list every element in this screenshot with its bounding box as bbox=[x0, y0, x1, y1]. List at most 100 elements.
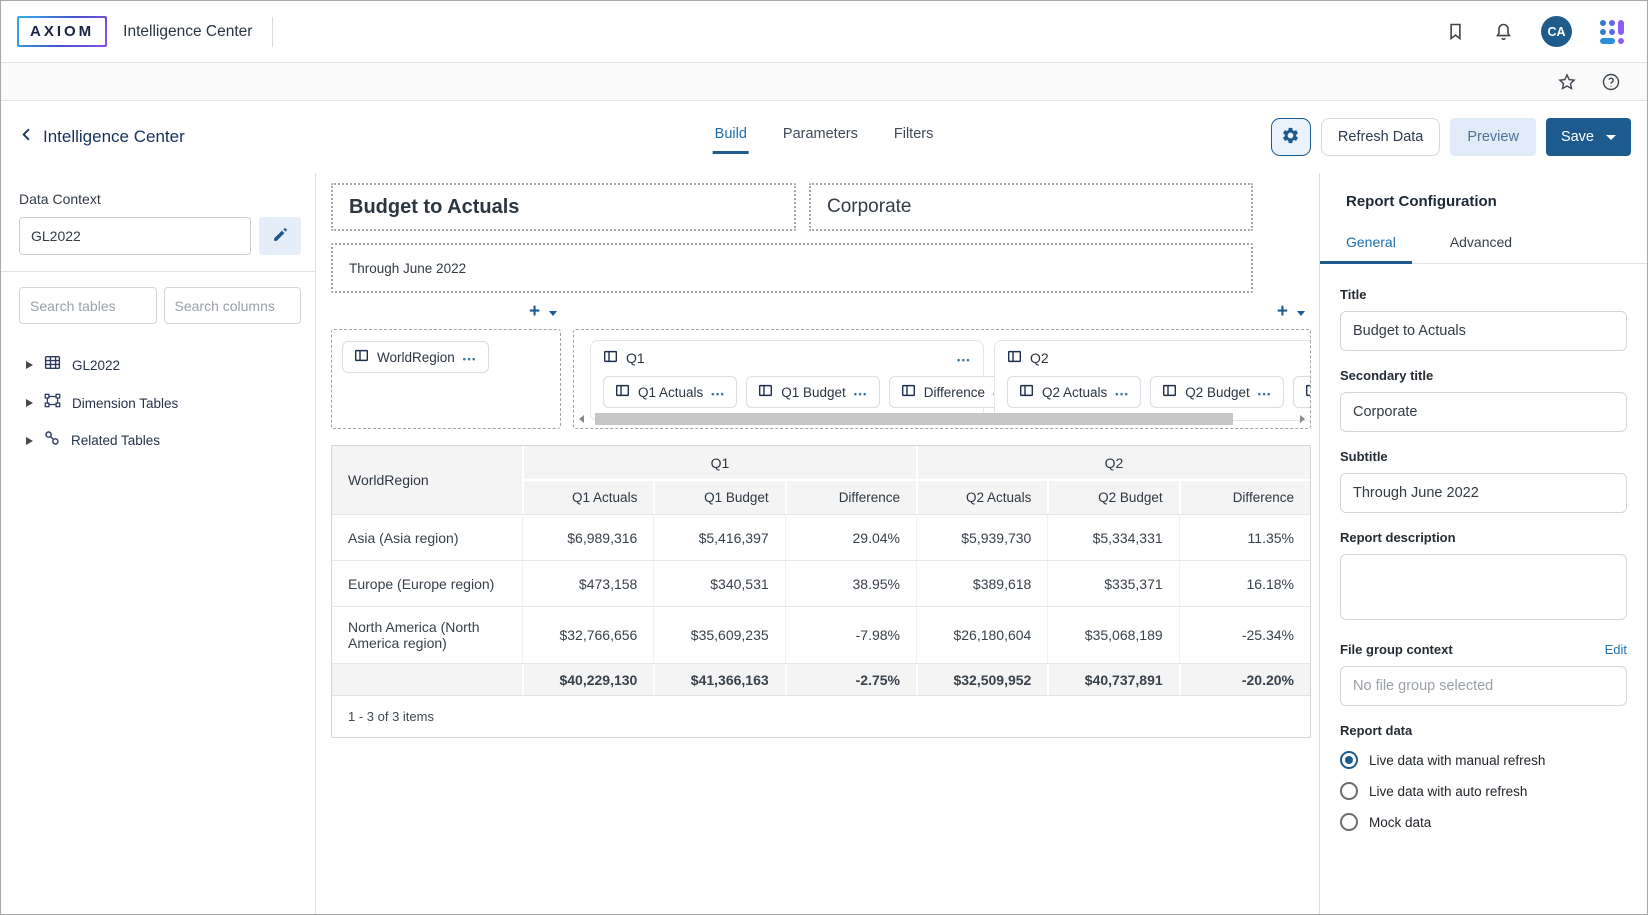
favorite-star-icon[interactable] bbox=[1557, 72, 1577, 92]
ellipsis-menu-icon[interactable] bbox=[1115, 385, 1129, 400]
scrollbar-thumb[interactable] bbox=[595, 413, 1233, 425]
column-group-label: Q2 bbox=[1030, 350, 1049, 366]
report-secondary-title-block[interactable]: Corporate bbox=[809, 183, 1253, 231]
table-row: Europe (Europe region) $473,158 $340,531… bbox=[332, 560, 1310, 606]
title-field[interactable] bbox=[1340, 311, 1627, 351]
radio-live-manual-refresh[interactable]: Live data with manual refresh bbox=[1340, 751, 1627, 769]
back-link[interactable]: Intelligence Center bbox=[19, 127, 185, 147]
help-icon[interactable] bbox=[1601, 72, 1621, 92]
radio-option-label: Live data with auto refresh bbox=[1369, 784, 1527, 799]
search-columns-input[interactable] bbox=[164, 287, 302, 324]
tab-filters[interactable]: Filters bbox=[892, 120, 935, 154]
edit-data-context-button[interactable] bbox=[259, 217, 301, 255]
radio-button-icon[interactable] bbox=[1340, 782, 1358, 800]
radio-mock-data[interactable]: Mock data bbox=[1340, 813, 1627, 831]
expand-caret-icon[interactable] bbox=[26, 399, 33, 407]
scroll-left-arrow-icon[interactable] bbox=[579, 415, 584, 423]
panel-title: Report Configuration bbox=[1320, 193, 1647, 210]
user-avatar[interactable]: CA bbox=[1541, 16, 1572, 47]
refresh-data-button[interactable]: Refresh Data bbox=[1321, 118, 1440, 156]
plus-icon bbox=[1277, 304, 1288, 322]
scrollbar-track[interactable] bbox=[589, 413, 1295, 425]
row-label: North America (North America region) bbox=[332, 607, 522, 663]
column-group-q1[interactable]: Q1 Q1 Actuals Q1 Budget bbox=[590, 340, 984, 421]
tree-item-related-tables[interactable]: Related Tables bbox=[19, 422, 301, 459]
column-group-label: Q1 bbox=[626, 350, 645, 366]
secondary-bar bbox=[1, 63, 1647, 101]
tree-item-label: GL2022 bbox=[72, 358, 120, 373]
tab-build[interactable]: Build bbox=[713, 120, 749, 154]
expand-caret-icon[interactable] bbox=[26, 361, 33, 369]
cell-value: $473,158 bbox=[522, 561, 653, 606]
bookmark-icon[interactable] bbox=[1445, 21, 1466, 42]
table-row: North America (North America region) $32… bbox=[332, 606, 1310, 663]
report-title-block[interactable]: Budget to Actuals bbox=[331, 183, 796, 231]
ellipsis-menu-icon[interactable] bbox=[1258, 385, 1272, 400]
radio-live-auto-refresh[interactable]: Live data with auto refresh bbox=[1340, 782, 1627, 800]
edit-file-group-link[interactable]: Edit bbox=[1605, 642, 1627, 657]
chevron-left-icon bbox=[19, 127, 34, 147]
field-chip-q1-budget[interactable]: Q1 Budget bbox=[746, 376, 880, 408]
totals-value: $40,737,891 bbox=[1049, 664, 1178, 695]
tree-item-label: Dimension Tables bbox=[72, 396, 178, 411]
tab-general[interactable]: General bbox=[1320, 226, 1412, 264]
scroll-right-arrow-icon[interactable] bbox=[1300, 415, 1305, 423]
tab-parameters[interactable]: Parameters bbox=[781, 120, 860, 154]
column-fields-dropzone[interactable]: Q1 Q1 Actuals Q1 Budget bbox=[573, 329, 1311, 429]
pencil-icon bbox=[272, 226, 289, 246]
horizontal-scrollbar[interactable] bbox=[579, 412, 1305, 425]
data-context-input[interactable] bbox=[19, 217, 251, 255]
search-tables-input[interactable] bbox=[19, 287, 157, 324]
radio-button-icon[interactable] bbox=[1340, 751, 1358, 769]
row-label: Europe (Europe region) bbox=[332, 561, 522, 606]
ellipsis-menu-icon[interactable] bbox=[957, 350, 971, 366]
column-group-q2[interactable]: Q2 Q2 Actuals Q2 Budget bbox=[994, 340, 1311, 421]
secondary-title-field[interactable] bbox=[1340, 392, 1627, 432]
column-icon bbox=[1162, 383, 1177, 401]
cell-value: -7.98% bbox=[785, 607, 916, 663]
field-chip-q2-difference[interactable]: Difference bbox=[1293, 376, 1311, 408]
apps-grid-icon[interactable] bbox=[1599, 19, 1625, 45]
field-chip-worldregion[interactable]: WorldRegion bbox=[342, 341, 489, 373]
report-description-field[interactable] bbox=[1340, 554, 1627, 620]
column-icon bbox=[354, 348, 369, 366]
add-column-field-button[interactable] bbox=[1277, 304, 1305, 322]
radio-button-icon[interactable] bbox=[1340, 813, 1358, 831]
file-group-field[interactable] bbox=[1340, 666, 1627, 706]
column-header: Q2 Actuals bbox=[918, 481, 1047, 514]
totals-value: $41,366,163 bbox=[655, 664, 784, 695]
settings-gear-button[interactable] bbox=[1271, 118, 1311, 156]
tree-item-dimension-tables[interactable]: Dimension Tables bbox=[19, 384, 301, 422]
report-subtitle-block[interactable]: Through June 2022 bbox=[331, 243, 1253, 293]
tab-advanced[interactable]: Advanced bbox=[1450, 226, 1512, 264]
row-fields-dropzone[interactable]: WorldRegion bbox=[331, 329, 561, 429]
column-group-header-q1: Q1 bbox=[524, 446, 916, 479]
table-pagination-status: 1 - 3 of 3 items bbox=[332, 695, 1310, 737]
add-row-field-button[interactable] bbox=[529, 304, 557, 322]
report-tabs: Build Parameters Filters bbox=[713, 101, 936, 173]
field-chip-label: Q2 Budget bbox=[1185, 385, 1250, 400]
row-label: Asia (Asia region) bbox=[332, 515, 522, 560]
field-chip-q2-actuals[interactable]: Q2 Actuals bbox=[1007, 376, 1141, 408]
tree-item-gl2022[interactable]: GL2022 bbox=[19, 346, 301, 384]
save-dropdown-caret-icon bbox=[1606, 135, 1616, 140]
preview-button[interactable]: Preview bbox=[1450, 118, 1536, 156]
table-grid-icon bbox=[44, 354, 61, 376]
notifications-bell-icon[interactable] bbox=[1493, 21, 1514, 42]
field-chip-q2-budget[interactable]: Q2 Budget bbox=[1150, 376, 1284, 408]
field-chip-q1-actuals[interactable]: Q1 Actuals bbox=[603, 376, 737, 408]
radio-option-label: Mock data bbox=[1369, 815, 1431, 830]
ellipsis-menu-icon[interactable] bbox=[854, 385, 868, 400]
ellipsis-menu-icon[interactable] bbox=[463, 350, 477, 365]
ellipsis-menu-icon[interactable] bbox=[711, 385, 725, 400]
subtitle-field[interactable] bbox=[1340, 473, 1627, 513]
column-header: Difference bbox=[1181, 481, 1310, 514]
expand-caret-icon[interactable] bbox=[26, 437, 33, 445]
gear-icon bbox=[1281, 126, 1300, 149]
cell-value: 11.35% bbox=[1179, 515, 1310, 560]
cell-value: $5,939,730 bbox=[916, 515, 1047, 560]
save-button[interactable]: Save bbox=[1546, 118, 1631, 156]
totals-empty-cell bbox=[332, 664, 522, 695]
axiom-logo: AXIOM bbox=[17, 16, 107, 47]
report-data-label: Report data bbox=[1340, 723, 1627, 738]
